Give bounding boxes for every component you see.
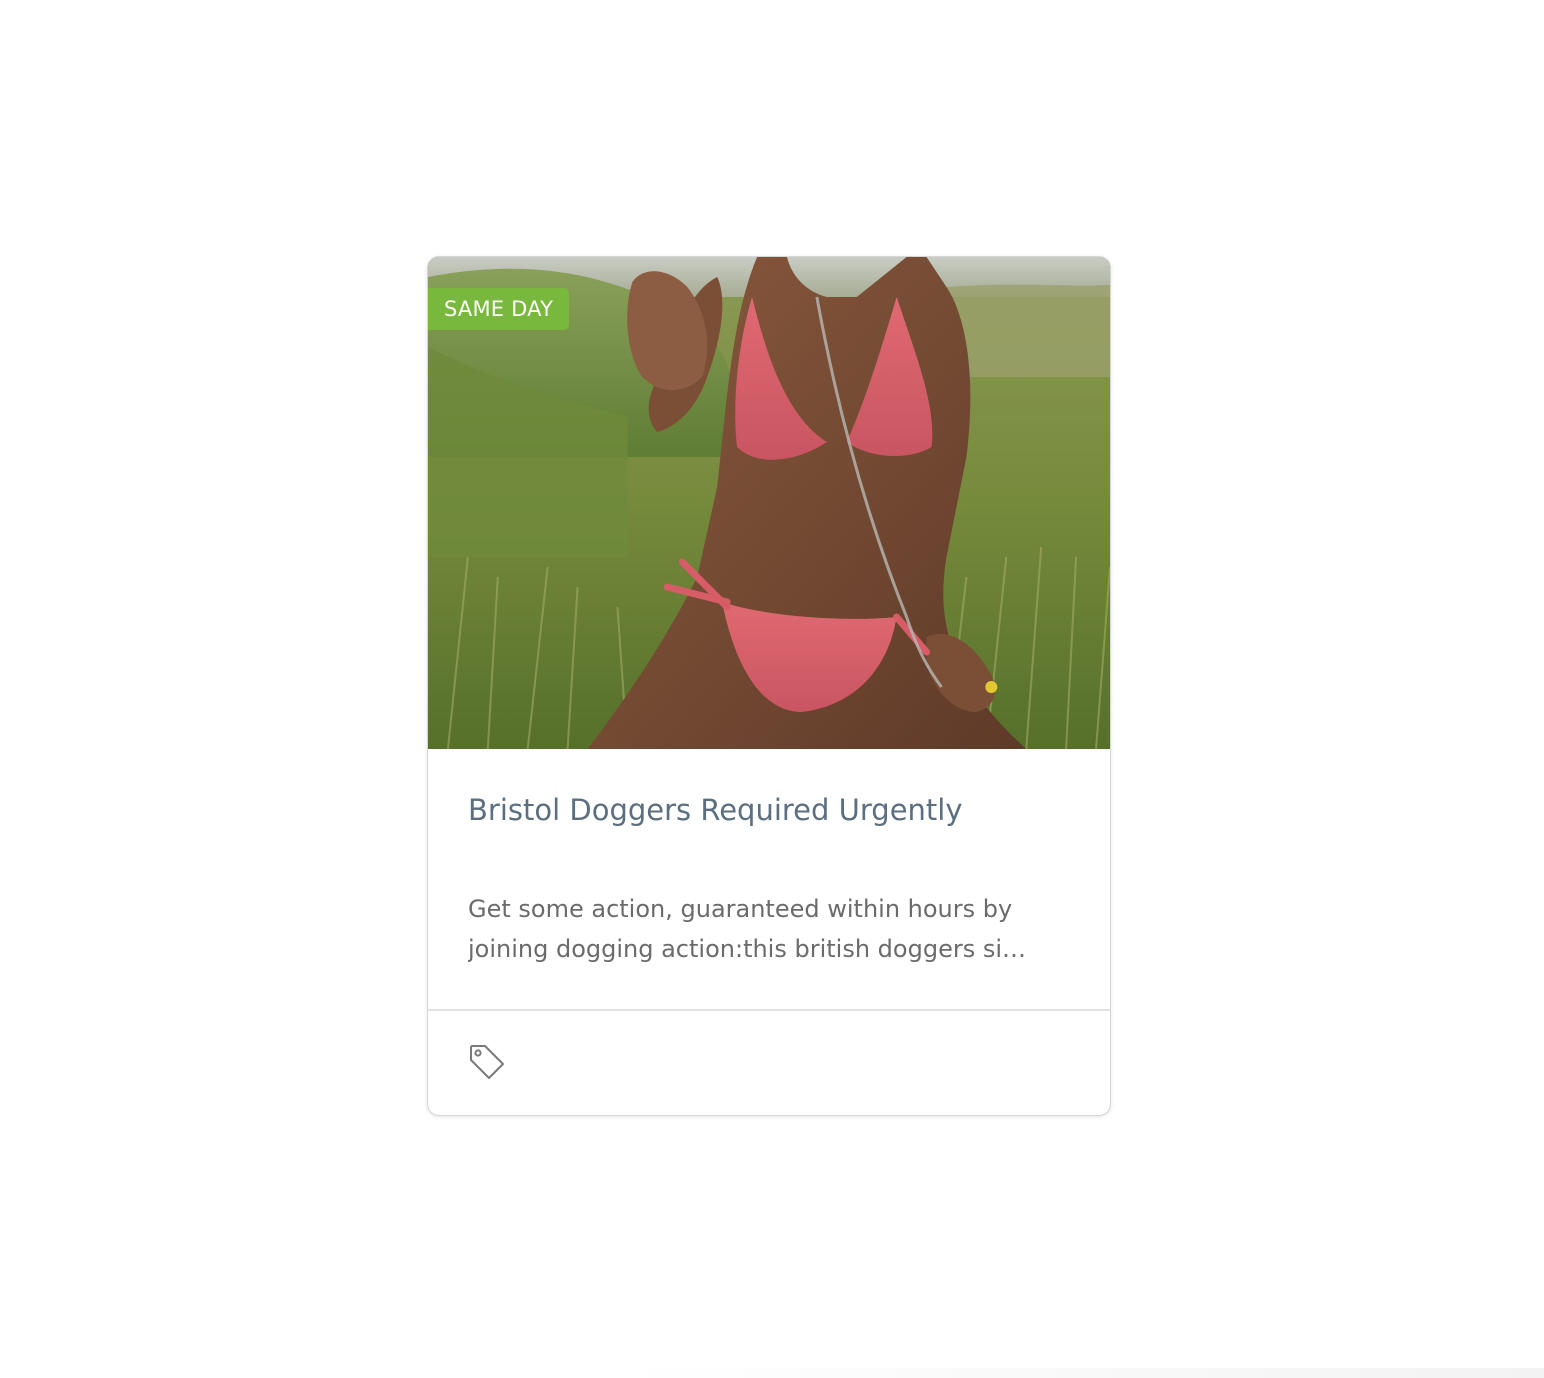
card-excerpt-line: joining dogging action:this british dogg…	[468, 935, 1026, 963]
card-image[interactable]: SAME DAY	[428, 257, 1110, 749]
page-bottom-fade	[0, 1368, 1544, 1378]
listing-card[interactable]: SAME DAY Bristol Doggers Required Urgent…	[427, 256, 1111, 1116]
card-excerpt-line: Get some action, guaranteed within hours…	[468, 895, 1013, 923]
listing-photo	[428, 257, 1110, 749]
card-footer	[428, 1011, 1110, 1115]
card-body: Bristol Doggers Required Urgently Get so…	[428, 749, 1110, 1011]
same-day-badge: SAME DAY	[428, 288, 570, 330]
card-title[interactable]: Bristol Doggers Required Urgently	[468, 789, 1070, 831]
card-excerpt: Get some action, guaranteed within hours…	[468, 889, 1072, 969]
tag-icon[interactable]	[468, 1043, 506, 1081]
